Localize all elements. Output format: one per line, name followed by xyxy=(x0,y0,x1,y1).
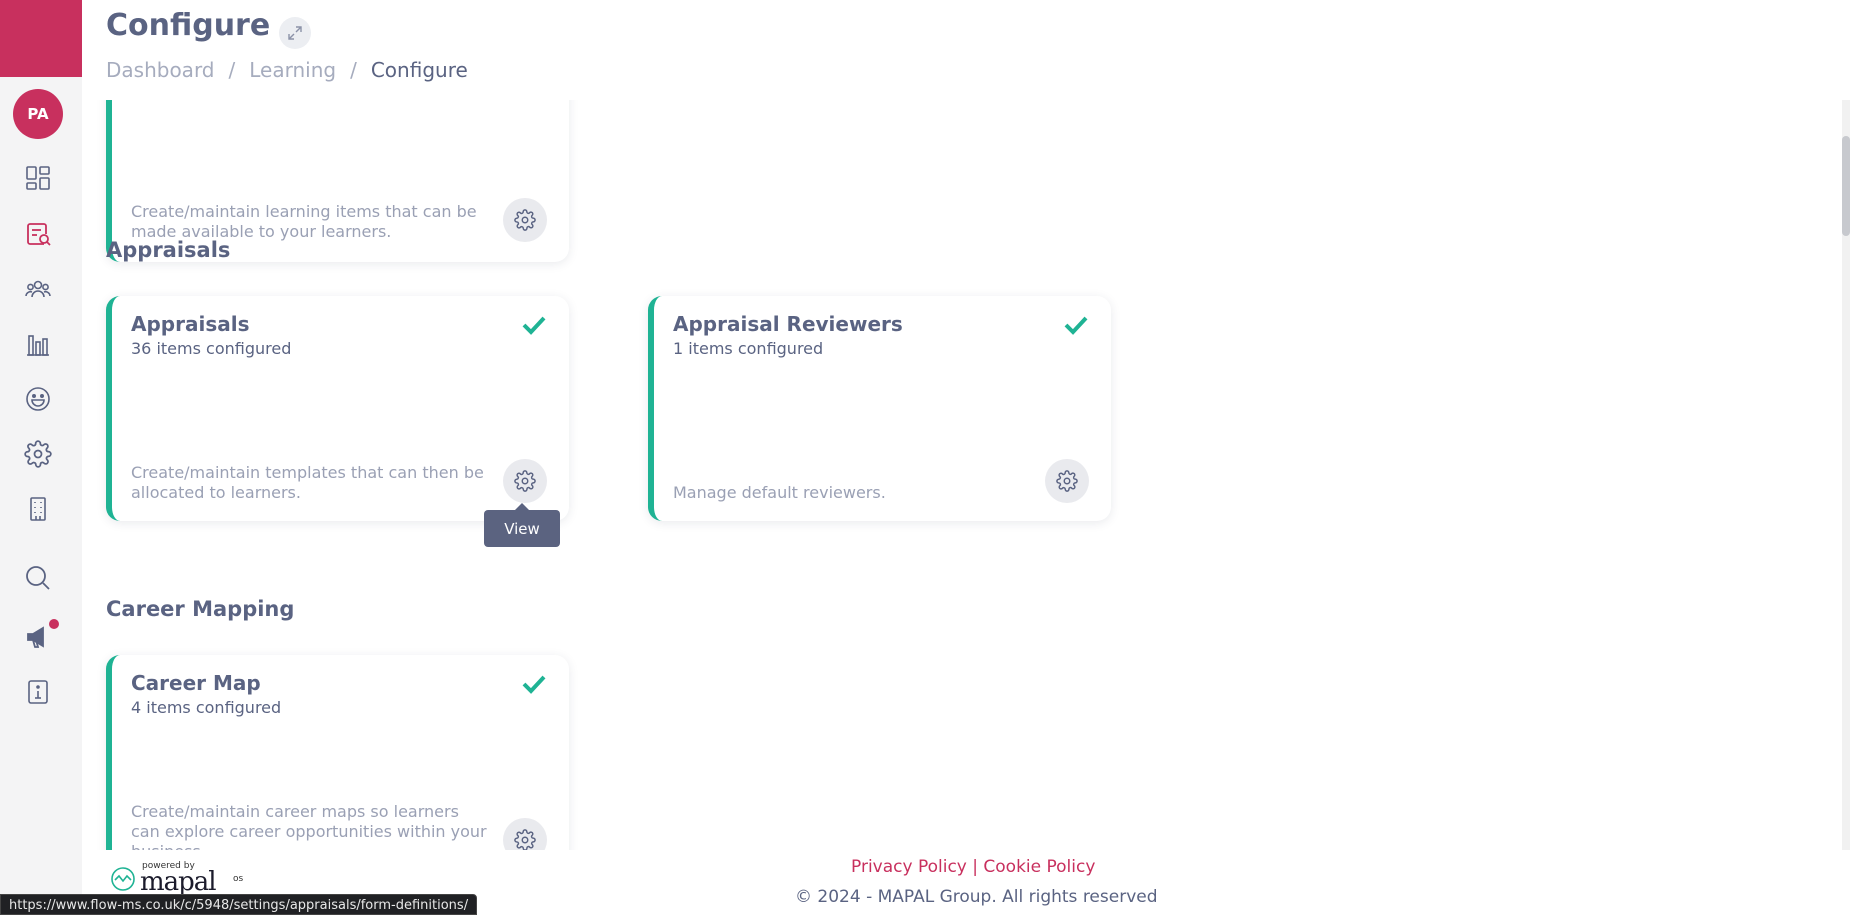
card-description: Create/maintain learning items that can … xyxy=(131,202,477,241)
configure-button[interactable] xyxy=(503,198,547,242)
card-subtitle: 4 items configured xyxy=(131,698,282,717)
card-description: Manage default reviewers. xyxy=(673,483,886,502)
copyright: © 2024 - MAPAL Group. All rights reserve… xyxy=(795,887,1158,907)
engagement-icon[interactable] xyxy=(22,383,54,415)
breadcrumb-configure: Configure xyxy=(370,58,468,82)
section-title-career-mapping: Career Mapping xyxy=(106,597,295,621)
breadcrumb-separator: / xyxy=(228,58,236,82)
page-header: Configure Dashboard / Learning / Configu… xyxy=(82,0,1850,100)
mapal-logo-icon xyxy=(111,867,135,891)
breadcrumb-dashboard[interactable]: Dashboard xyxy=(106,58,215,82)
people-icon[interactable] xyxy=(22,273,54,305)
gear-icon xyxy=(514,209,536,231)
card-description: Create/maintain career maps so learners … xyxy=(131,802,487,850)
brand-name: mapal xyxy=(140,867,217,897)
check-icon xyxy=(522,316,546,335)
appraisals-card: Appraisals 36 items configured Create/ma… xyxy=(106,296,569,521)
building-icon[interactable] xyxy=(22,493,54,525)
breadcrumb: Dashboard / Learning / Configure xyxy=(106,58,468,82)
expand-icon xyxy=(288,26,302,40)
card-description: Create/maintain templates that can then … xyxy=(131,463,484,502)
brand-suffix: os xyxy=(233,874,244,884)
check-icon xyxy=(522,675,546,694)
view-appraisals-button[interactable] xyxy=(503,459,547,503)
view-reviewers-button[interactable] xyxy=(1045,459,1089,503)
privacy-policy-link[interactable]: Privacy Policy xyxy=(851,857,967,877)
learning-icon[interactable] xyxy=(22,218,54,250)
avatar-initials: PA xyxy=(27,105,49,123)
search-icon[interactable] xyxy=(22,562,54,594)
gear-icon xyxy=(1056,470,1078,492)
view-tooltip: View xyxy=(484,503,560,547)
footer-separator: | xyxy=(972,857,978,877)
notification-dot xyxy=(49,619,59,629)
page-title: Configure xyxy=(106,8,271,43)
view-career-map-button[interactable] xyxy=(503,818,547,850)
breadcrumb-learning[interactable]: Learning xyxy=(249,58,336,82)
reports-icon[interactable] xyxy=(22,328,54,360)
gear-icon xyxy=(514,829,536,850)
card-subtitle: 1 items configured xyxy=(673,339,824,358)
breadcrumb-separator: / xyxy=(350,58,357,82)
scroll-thumb[interactable] xyxy=(1842,136,1850,236)
scrollbar[interactable] xyxy=(1842,100,1850,850)
card-title: Appraisals xyxy=(131,312,250,336)
gear-icon xyxy=(514,470,536,492)
app-logo[interactable] xyxy=(0,0,82,77)
footer-links: Privacy Policy | Cookie Policy xyxy=(851,857,1095,877)
settings-icon[interactable] xyxy=(22,438,54,470)
section-title-appraisals: Appraisals xyxy=(106,238,231,262)
cookie-policy-link[interactable]: Cookie Policy xyxy=(983,857,1095,877)
card-title: Career Map xyxy=(131,671,261,695)
expand-button[interactable] xyxy=(279,17,311,49)
user-avatar[interactable]: PA xyxy=(13,89,63,139)
dashboard-icon[interactable] xyxy=(22,162,54,194)
card-subtitle: 36 items configured xyxy=(131,339,292,358)
card-title: Appraisal Reviewers xyxy=(673,312,903,336)
status-bar-url: https://www.flow-ms.co.uk/c/5948/setting… xyxy=(0,894,478,915)
appraisal-reviewers-card: Appraisal Reviewers 1 items configured M… xyxy=(648,296,1111,521)
sidebar: PA xyxy=(0,0,82,915)
check-icon xyxy=(1064,316,1088,335)
info-icon[interactable] xyxy=(22,676,54,708)
main-content: Create/maintain learning items that can … xyxy=(82,100,1842,850)
powered-by-logo: powered by mapal os xyxy=(110,860,260,897)
career-map-card: Career Map 4 items configured Create/mai… xyxy=(106,655,569,850)
